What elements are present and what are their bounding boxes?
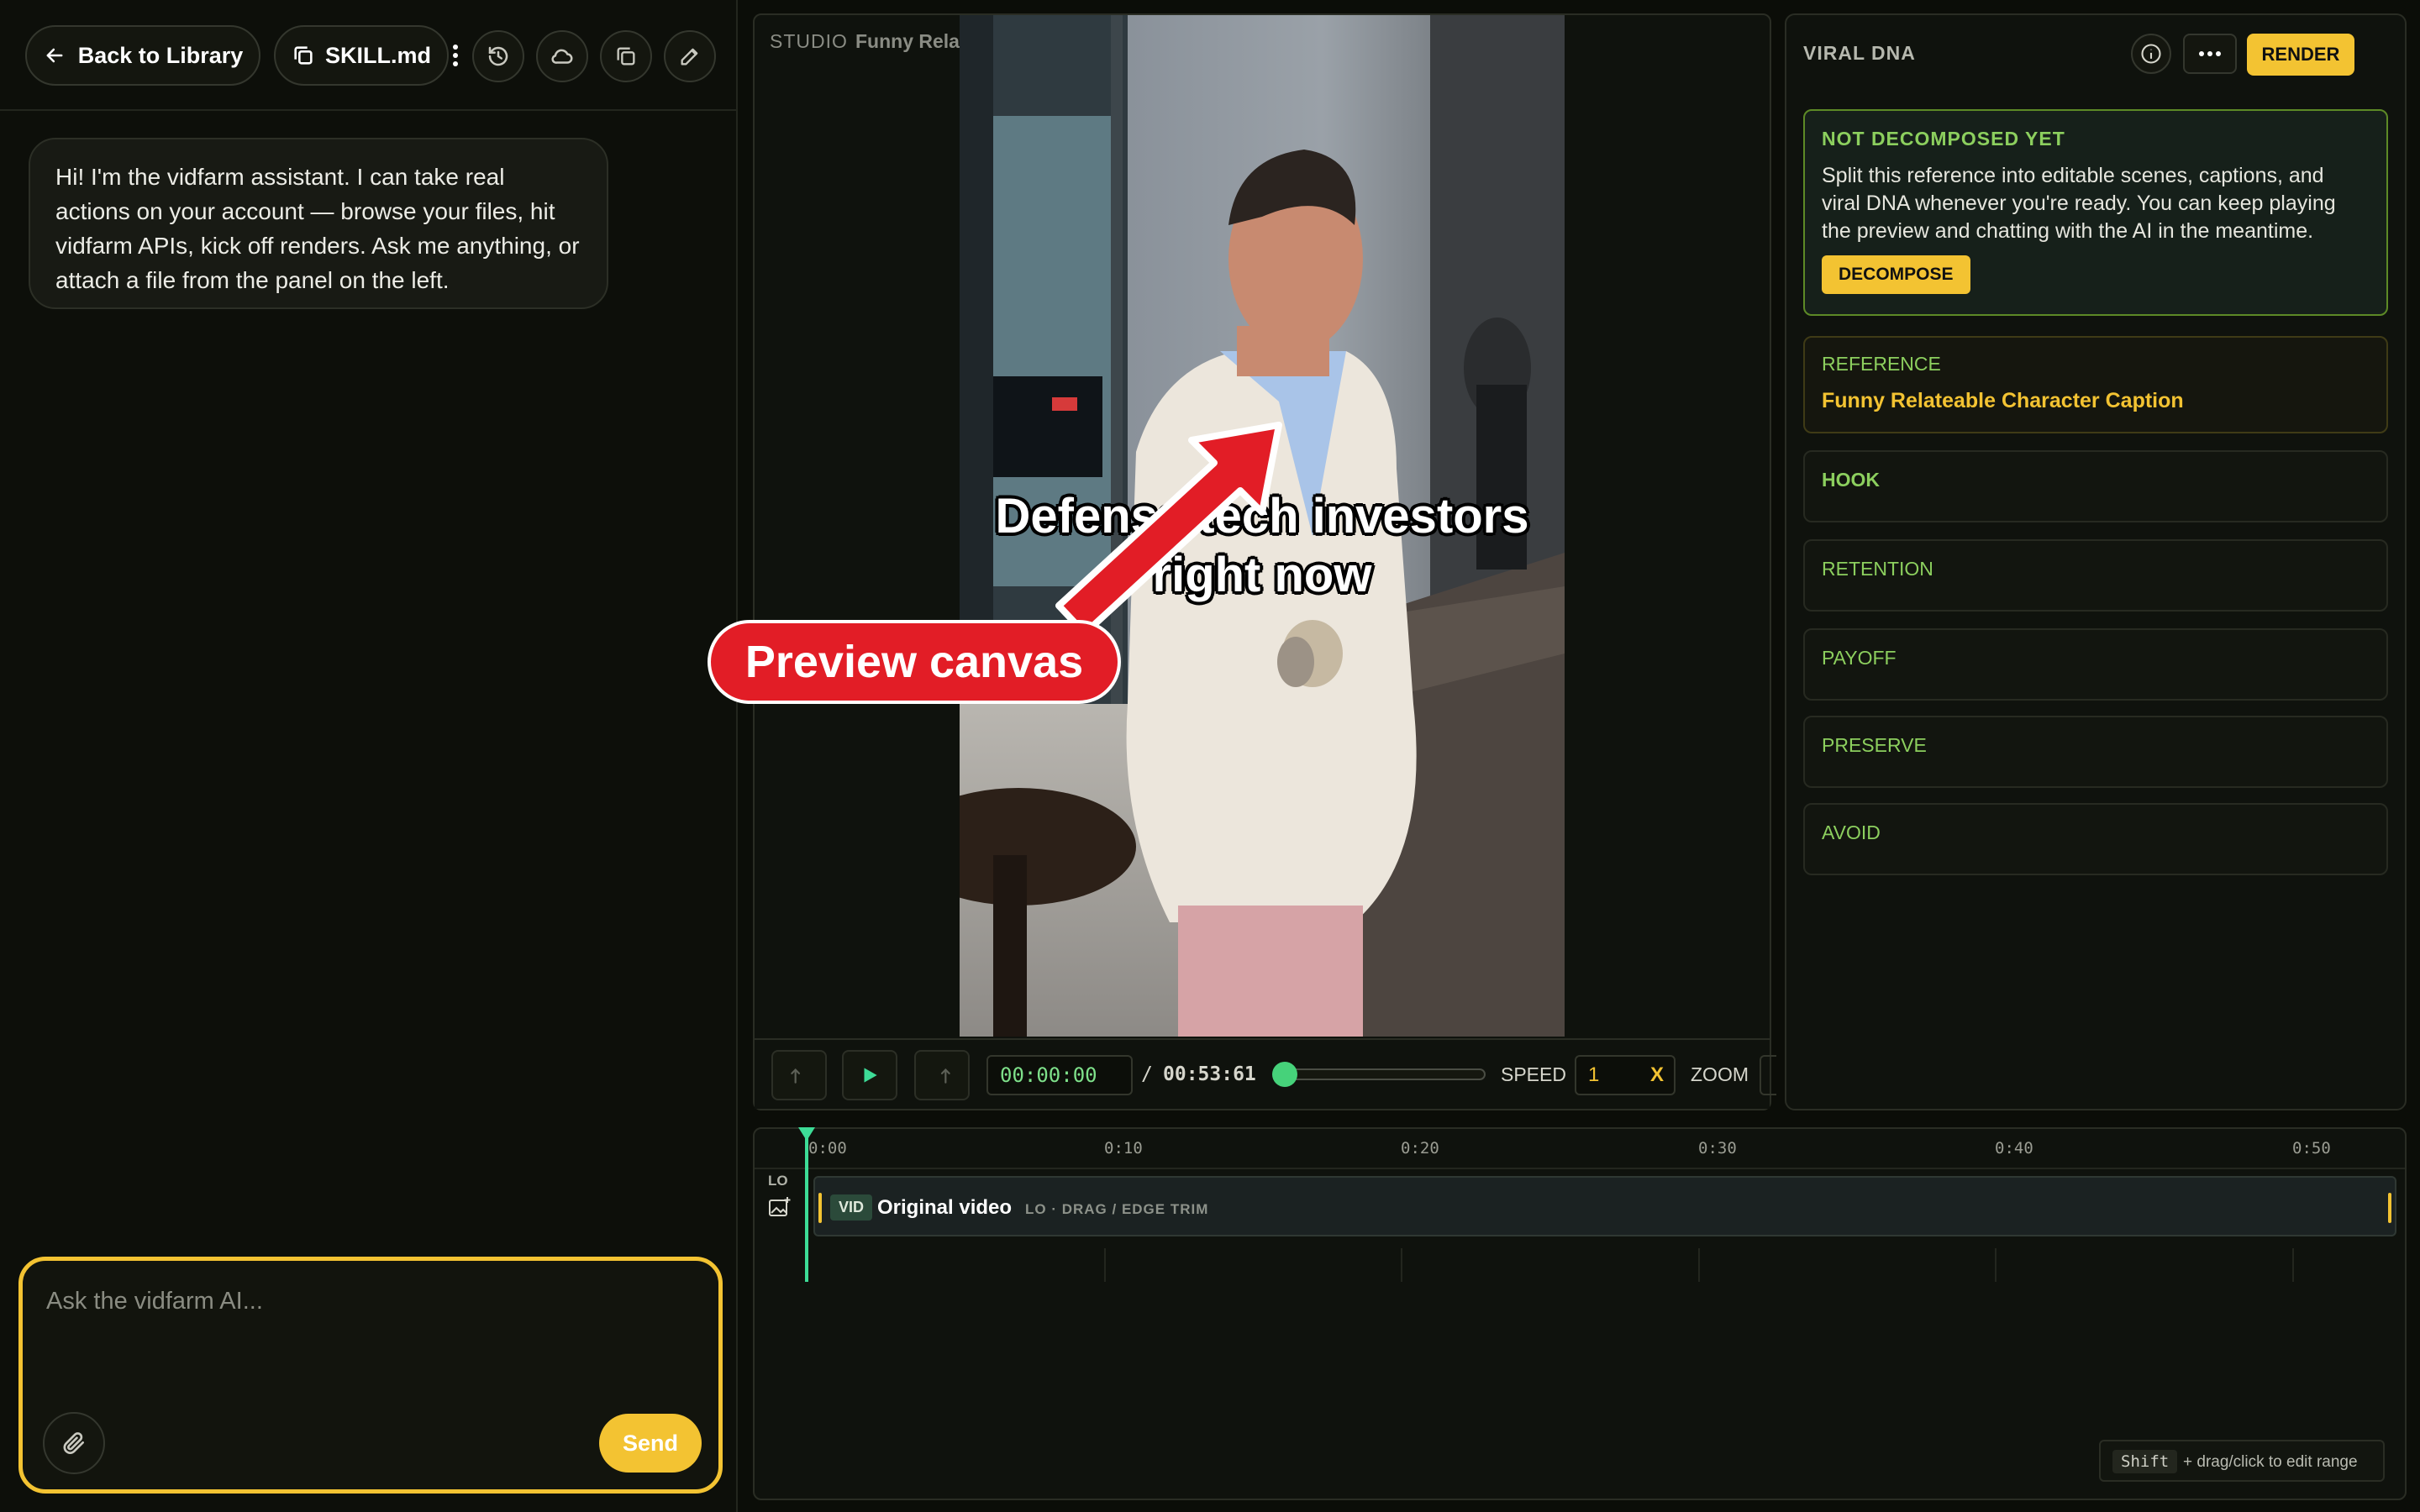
tick-label: 0:10 [1104,1139,1143,1158]
back-label: Back to Library [77,42,244,68]
divider [0,109,738,111]
hint-key: Shift [2112,1450,2178,1473]
skill-file-button[interactable]: SKILL.md [274,25,449,86]
assistant-message: Hi! I'm the vidfarm assistant. I can tak… [29,138,608,309]
pencil-icon [678,45,702,68]
gridline [1698,1248,1700,1282]
arrow-left-icon [43,44,66,67]
total-time: 00:53:61 [1163,1063,1256,1085]
history-icon [486,44,511,69]
speed-value: 1 [1588,1063,1600,1086]
edit-range-hint: Shift + drag/click to edit range [2099,1440,2385,1482]
section-avoid[interactable]: AVOID [1803,803,2388,875]
gridline [1995,1248,1996,1282]
zoom-field[interactable] [1760,1055,1776,1095]
lane-label: LO [768,1173,788,1189]
reference-label: REFERENCE [1822,353,1941,375]
gridline [1401,1248,1402,1282]
duplicate-icon [614,45,638,68]
cloud-icon [550,44,575,69]
status-text: Split this reference into editable scene… [1822,164,2336,243]
cloud-button[interactable] [536,30,588,82]
playhead-marker-icon[interactable] [798,1127,815,1141]
tick-label: 0:20 [1401,1139,1439,1158]
current-time-field[interactable]: 00:00:00 [986,1055,1133,1095]
redo-icon [931,1064,953,1086]
clip-badge: VID [830,1194,873,1221]
info-icon [2139,42,2163,66]
timeline-ruler-divider [755,1168,2405,1169]
edit-button[interactable] [664,30,716,82]
tick-label: 0:50 [2292,1139,2331,1158]
send-button[interactable]: Send [599,1414,702,1473]
scrub-thumb[interactable] [1272,1062,1297,1087]
copy-icon [292,44,315,67]
info-button[interactable] [2131,34,2171,74]
redo-button[interactable] [914,1050,970,1100]
clip-trim-handle-left[interactable] [818,1193,822,1223]
attach-button[interactable] [43,1412,105,1474]
viral-dna-title: VIRAL DNA [1803,42,1916,64]
chat-input[interactable] [45,1286,687,1424]
tick-label: 0:00 [808,1139,847,1158]
tick-label: 0:40 [1995,1139,2033,1158]
clip-title: Original video [877,1196,1013,1219]
speed-label: SPEED [1501,1063,1566,1085]
duplicate-button[interactable] [600,30,652,82]
section-retention[interactable]: RETENTION [1803,539,2388,612]
tick-label: 0:30 [1698,1139,1737,1158]
reference-card: REFERENCE Funny Relateable Character Cap… [1803,336,2388,433]
speed-field[interactable]: 1 X [1575,1055,1676,1095]
gridline [2292,1248,2294,1282]
zoom-label: ZOOM [1691,1063,1749,1085]
back-to-library-button[interactable]: Back to Library [25,25,260,86]
time-separator: / [1141,1063,1153,1085]
paperclip-icon [60,1430,87,1457]
reference-value: Funny Relateable Character Caption [1822,389,2184,412]
render-button[interactable]: RENDER [2247,34,2354,76]
speed-unit: X [1649,1063,1664,1086]
undo-icon [788,1064,810,1086]
decompose-status-card: NOT DECOMPOSED YET Split this reference … [1803,109,2388,316]
playhead[interactable] [805,1134,808,1282]
timeline-clip[interactable]: VID Original video LO · DRAG / EDGE TRIM [813,1176,2396,1236]
section-hook[interactable]: HOOK [1803,450,2388,522]
section-preserve[interactable]: PRESERVE [1803,716,2388,788]
more-horizontal-icon [2197,50,2223,58]
undo-button[interactable] [771,1050,827,1100]
chat-composer: Send [18,1257,723,1494]
playback-controls: 00:00:00 / 00:53:61 SPEED 1 X ZOOM [755,1038,1776,1109]
play-icon [859,1064,881,1086]
clip-trim-handle-right[interactable] [2388,1193,2391,1223]
image-add-icon[interactable] [768,1196,792,1218]
more-vertical-icon[interactable] [450,42,460,69]
scrub-track[interactable] [1276,1068,1486,1080]
decompose-button[interactable]: DECOMPOSE [1822,255,1970,294]
status-heading: NOT DECOMPOSED YET [1822,128,2065,150]
preview-canvas-callout: Preview canvas [708,620,1121,704]
callout-arrow [1055,422,1282,635]
play-button[interactable] [842,1050,897,1100]
file-label: SKILL.md [325,42,431,68]
studio-label: STUDIO [770,30,848,52]
gridline [1104,1248,1106,1282]
history-button[interactable] [472,30,524,82]
more-options-button[interactable] [2183,34,2237,74]
section-payoff[interactable]: PAYOFF [1803,628,2388,701]
hint-text: + drag/click to edit range [2183,1453,2358,1471]
clip-meta: LO · DRAG / EDGE TRIM [1025,1201,1209,1217]
